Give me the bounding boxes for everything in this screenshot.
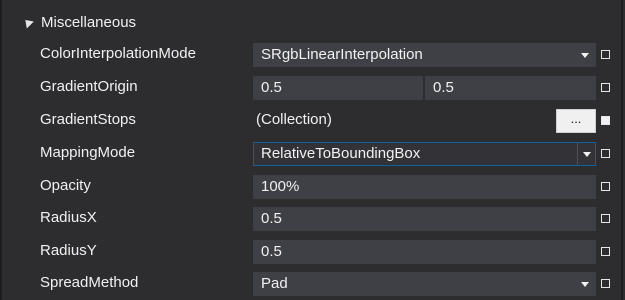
mapping-mode-select[interactable]: RelativeToBoundingBox [253,142,596,166]
property-name: MappingMode [40,144,136,161]
property-row: RadiusX 0.5 [0,204,625,232]
dropdown-arrow-icon[interactable] [583,152,591,157]
spread-method-select[interactable]: Pad [253,272,596,296]
property-marker-icon[interactable] [601,279,610,288]
property-marker-icon[interactable] [601,116,610,125]
collapse-arrow-icon[interactable] [21,15,34,29]
property-marker-icon[interactable] [601,83,610,92]
property-name: Opacity [40,177,91,194]
property-name: SpreadMethod [40,274,139,291]
color-interpolation-mode-select[interactable]: SRgbLinearInterpolation [253,43,596,67]
property-row: MappingMode RelativeToBoundingBox [0,139,625,167]
property-row: GradientOrigin 0.5 0.5 [0,73,625,101]
property-marker-icon[interactable] [601,182,610,191]
gradient-origin-y-input[interactable]: 0.5 [425,76,596,100]
property-row: GradientStops (Collection) ... [0,106,625,134]
gradient-origin-x-input[interactable]: 0.5 [253,76,423,100]
property-name: GradientOrigin [40,78,138,95]
property-row: Opacity 100% [0,172,625,200]
select-value: SRgbLinearInterpolation [261,46,423,63]
property-marker-icon[interactable] [601,247,610,256]
property-name: RadiusX [40,209,97,226]
property-name: GradientStops [40,111,136,128]
select-value: Pad [261,275,288,292]
select-value: RelativeToBoundingBox [261,145,421,162]
dropdown-arrow-icon[interactable] [581,53,589,58]
property-name: RadiusY [40,242,97,259]
property-row: ColorInterpolationMode SRgbLinearInterpo… [0,40,625,68]
property-marker-icon[interactable] [601,214,610,223]
collection-value: (Collection) [256,111,332,128]
property-row: SpreadMethod Pad [0,269,625,297]
property-row: RadiusY 0.5 [0,237,625,265]
property-marker-icon[interactable] [601,149,610,158]
dropdown-arrow-icon[interactable] [581,282,589,287]
dropdown-button[interactable] [577,143,595,165]
property-name: ColorInterpolationMode [40,45,196,62]
category-header[interactable]: Miscellaneous [20,10,136,34]
radius-y-input[interactable]: 0.5 [253,240,596,264]
edit-collection-button[interactable]: ... [556,109,596,133]
category-label: Miscellaneous [41,13,137,31]
radius-x-input[interactable]: 0.5 [253,207,596,231]
property-marker-icon[interactable] [601,50,610,59]
opacity-input[interactable]: 100% [253,175,596,199]
